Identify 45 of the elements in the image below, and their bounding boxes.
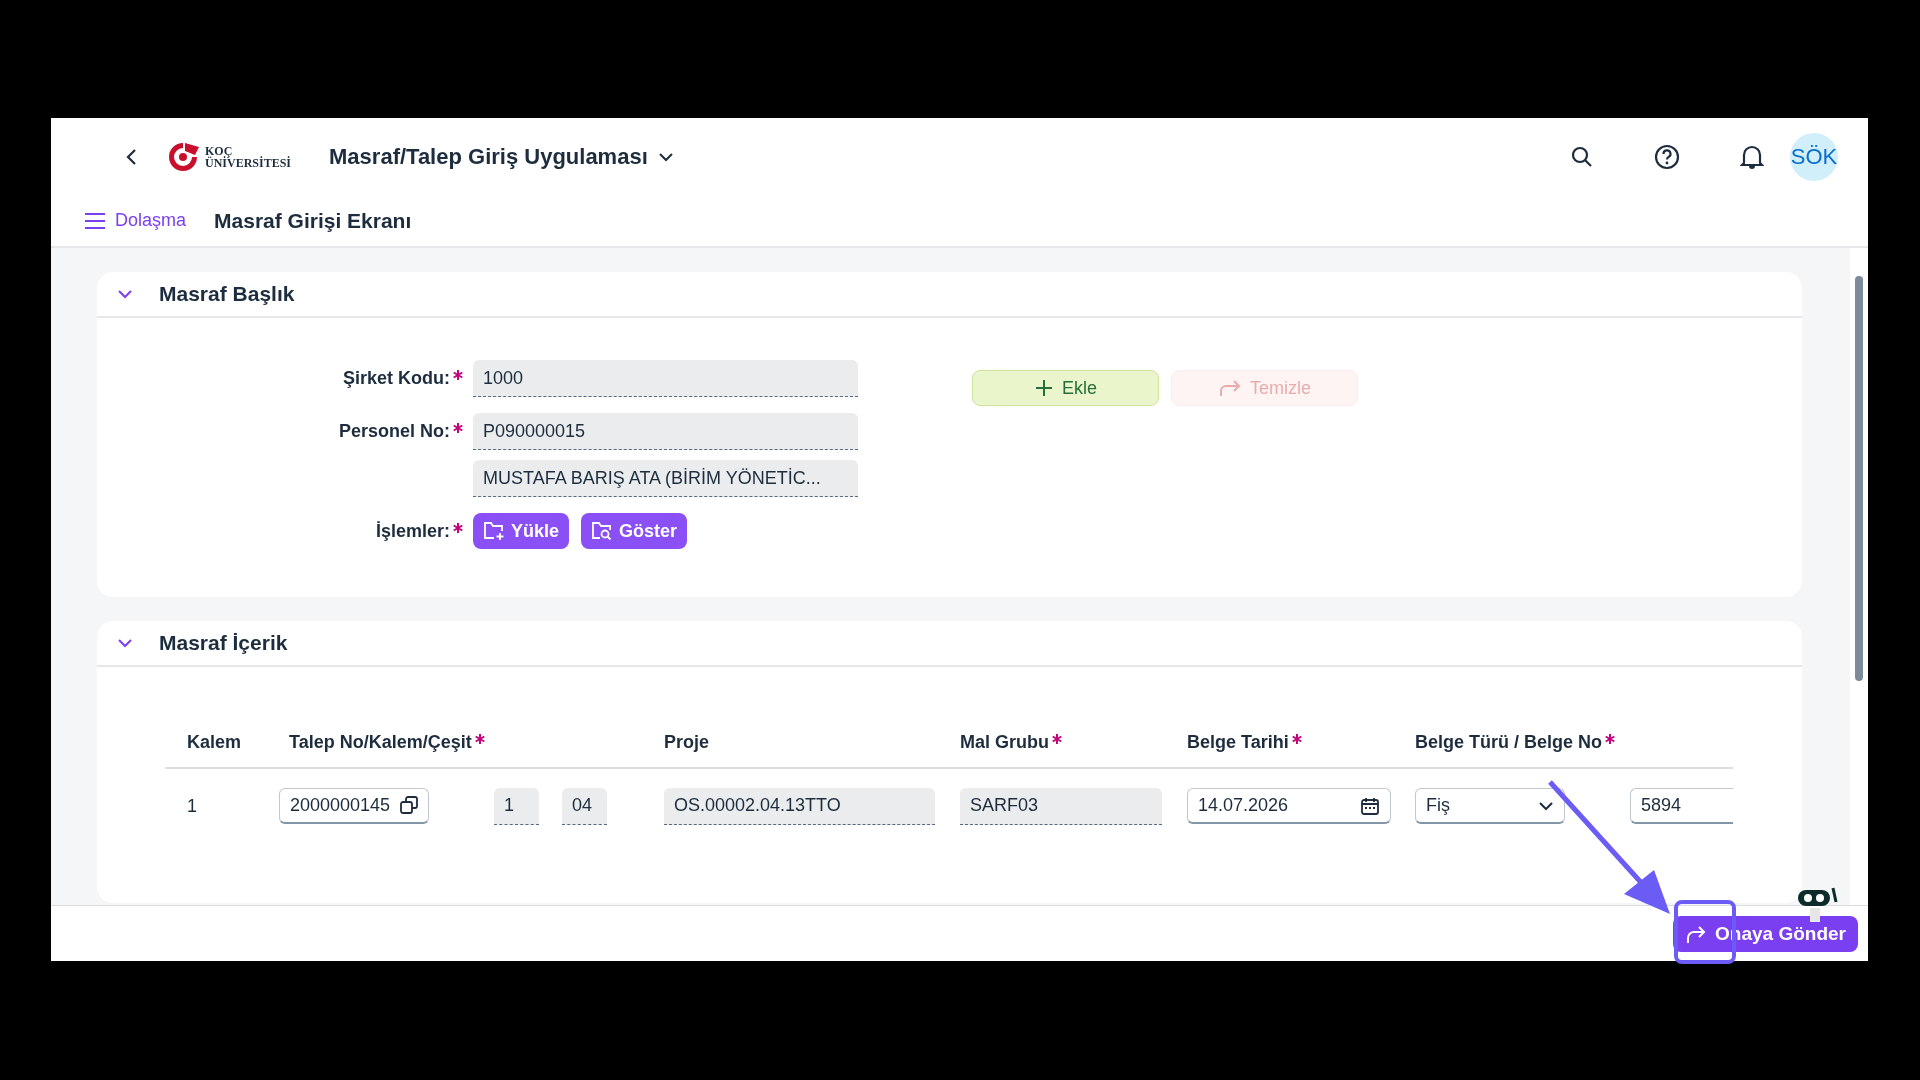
- plus-icon[interactable]: [1034, 378, 1054, 398]
- search-icon[interactable]: [1570, 144, 1594, 169]
- field-label: Personel No:: [338, 420, 450, 442]
- field-label: İşlemler:: [375, 520, 450, 542]
- column-header: Mal Grubu: [960, 731, 1049, 753]
- column-header: Proje: [664, 731, 710, 753]
- calendar-icon[interactable]: [1360, 795, 1380, 816]
- column-header: Belge Tarihi: [1187, 731, 1289, 753]
- section-title: Masraf İçerik: [159, 631, 288, 655]
- readonly-field: 04: [562, 787, 607, 825]
- readonly-field: 1000: [473, 360, 858, 397]
- readonly-field: OS.00002.04.13TTO: [664, 787, 935, 825]
- input-field[interactable]: 5894: [1630, 788, 1733, 824]
- logo-text: KOÇ: [205, 144, 233, 157]
- readonly-field: SARF03: [960, 787, 1162, 825]
- user-avatar[interactable]: SÖK: [1790, 132, 1838, 181]
- app-title-menu[interactable]: Masraf/Talep Giriş Uygulaması: [325, 139, 678, 174]
- add-button[interactable]: Ekle: [972, 370, 1159, 406]
- navigation-menu-button[interactable]: Dolaşma: [81, 208, 189, 233]
- field-label: Şirket Kodu:: [343, 367, 450, 389]
- section-title: Masraf Başlık: [159, 282, 295, 306]
- readonly-field: 1: [494, 787, 539, 825]
- column-header: Belge Türü / Belge No: [1415, 731, 1603, 753]
- upload-button[interactable]: Yükle: [473, 513, 570, 549]
- help-icon[interactable]: [1654, 143, 1680, 170]
- back-icon[interactable]: [125, 147, 139, 166]
- table-cell-text: 1: [186, 795, 197, 817]
- bell-icon[interactable]: [1740, 143, 1764, 170]
- menu-icon[interactable]: [83, 210, 107, 231]
- scrollbar[interactable]: [1850, 248, 1868, 905]
- copy-icon[interactable]: [400, 796, 418, 814]
- column-header: Talep No/Kalem/Çeşit: [289, 731, 472, 753]
- logo-text: ÜNİVERSİTESİ: [205, 156, 292, 169]
- readonly-field: P090000015: [473, 413, 858, 450]
- folder-plus-icon[interactable]: [483, 521, 505, 541]
- input-field[interactable]: 2000000145: [279, 787, 429, 824]
- column-header: Kalem: [187, 731, 242, 753]
- date-field[interactable]: 14.07.2026: [1187, 788, 1391, 824]
- page-title: Masraf Girişi Ekranı: [214, 208, 412, 233]
- show-button[interactable]: Göster: [581, 513, 688, 549]
- select-field[interactable]: Fiş: [1415, 788, 1565, 824]
- readonly-field: MUSTAFA BARIŞ ATA (BİRİM YÖNETİC...: [473, 460, 858, 497]
- bot-icon[interactable]: [1796, 886, 1838, 924]
- forward-arrow-icon[interactable]: [1685, 923, 1708, 944]
- folder-search-icon[interactable]: [591, 521, 614, 541]
